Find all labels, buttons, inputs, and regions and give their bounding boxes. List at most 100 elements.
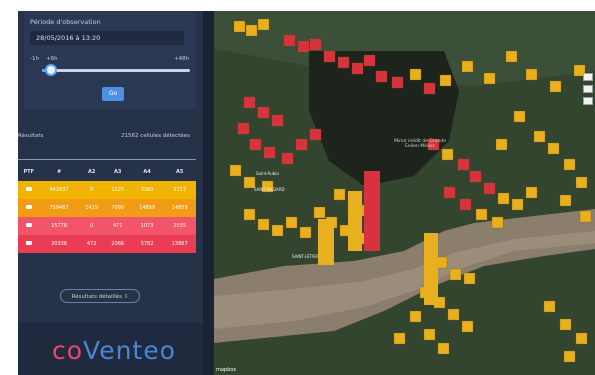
date-input[interactable]: 28/05/2016 à 13:20 [30, 31, 184, 45]
map-cell [309, 38, 322, 51]
map-label: SAINT-LÉTIER [292, 254, 319, 259]
map-cell [249, 138, 262, 151]
map-cell [285, 216, 298, 229]
map-cell [575, 176, 588, 189]
map-canvas[interactable] [214, 11, 595, 375]
table-row[interactable]: 15778 0 471 1073 2035 [18, 217, 196, 235]
detail-label: Résultats détaillés [71, 294, 122, 300]
map-label: Saint-Aubin [256, 171, 280, 176]
map-cell [463, 272, 476, 285]
map-cell [461, 320, 474, 333]
map-cell [563, 158, 576, 171]
map-cell [281, 152, 294, 165]
map-cell [547, 142, 560, 155]
map-cell [469, 170, 482, 183]
map-cell [449, 268, 462, 281]
divider [18, 159, 196, 160]
time-slider[interactable] [42, 64, 190, 76]
cell-count: 15778 [51, 223, 67, 229]
col-a5: A5 [175, 169, 184, 175]
map-cell [563, 350, 576, 363]
map-cell [337, 56, 350, 69]
col-a2: A2 [87, 169, 96, 175]
map-cell [559, 194, 572, 207]
map-cell [461, 60, 474, 73]
map-cell [549, 80, 562, 93]
table-row[interactable]: 442837 0 1225 3360 3717 [18, 181, 196, 199]
coventeo-logo: coVenteo [52, 336, 176, 365]
map-cell [295, 138, 308, 151]
detailed-results-button[interactable]: Résultats détaillés ⇩ [60, 289, 140, 303]
cell-a2: 0 [90, 187, 94, 193]
cell-a5: 3717 [173, 187, 187, 193]
map-cell [575, 332, 588, 345]
map-cell [409, 68, 422, 81]
map-cell [543, 300, 556, 313]
map-cell [437, 342, 450, 355]
results-count: 21562 cellules détectées [121, 133, 190, 139]
table-row[interactable]: 759467 1419 7090 14899 14859 [18, 199, 196, 217]
cell-count: 442837 [49, 187, 69, 193]
cell-a3: 471 [112, 223, 123, 229]
map-cell [323, 50, 336, 63]
map-cell [257, 18, 270, 31]
range-mid-label: +6h [46, 56, 58, 62]
go-button[interactable]: Go [102, 87, 124, 101]
map-view[interactable]: Miroir inédit de Grande Eolien Médoc Sai… [214, 11, 595, 375]
results-table: PTF # A2 A3 A4 A5 442837 0 1225 3360 371… [18, 163, 196, 253]
table-row[interactable]: 20336 472 2066 5782 13867 [18, 235, 196, 253]
map-cell [483, 72, 496, 85]
mapbox-attribution: mapbox [216, 367, 237, 373]
map-cell [245, 24, 258, 37]
cell-a5: 14859 [171, 205, 188, 211]
map-cell [441, 148, 454, 161]
map-cell [505, 50, 518, 63]
map-cell [443, 186, 456, 199]
map-cell [257, 218, 270, 231]
map-cell [243, 96, 256, 109]
map-cell [495, 138, 508, 151]
cell-a4: 5782 [140, 241, 154, 247]
map-cell [459, 198, 472, 211]
cell-a5: 13867 [171, 241, 188, 247]
cell-a2: 1419 [85, 205, 99, 211]
compass-button[interactable] [583, 97, 593, 105]
slider-thumb[interactable] [44, 64, 57, 76]
map-tower [318, 219, 334, 265]
map-cell [375, 70, 388, 83]
map-cell [525, 186, 538, 199]
building-icon [18, 217, 40, 235]
zoom-out-button[interactable] [583, 85, 593, 93]
app-window: Période d'observation 28/05/2016 à 13:20… [18, 11, 595, 375]
cell-a5: 2035 [173, 223, 187, 229]
map-cell [497, 192, 510, 205]
car-icon [18, 235, 40, 253]
cell-a3: 7090 [111, 205, 125, 211]
map-label: SAINT-MEDARD [254, 187, 285, 192]
map-cell [423, 82, 436, 95]
map-tower [364, 171, 380, 251]
map-cell [297, 40, 310, 53]
cell-a2: 472 [86, 241, 97, 247]
map-cell [233, 20, 246, 33]
panel-title: Période d'observation [30, 18, 101, 26]
map-note: Miroir inédit de Grande Eolien Médoc [394, 139, 446, 149]
map-cell [409, 310, 422, 323]
map-cell [533, 130, 546, 143]
map-cell [309, 128, 322, 141]
zoom-in-button[interactable] [583, 73, 593, 81]
cell-a2: 0 [90, 223, 94, 229]
map-cell [283, 34, 296, 47]
building-icon [18, 181, 40, 199]
map-cell [513, 110, 526, 123]
map-cell [559, 318, 572, 331]
map-cell [299, 226, 312, 239]
car-icon [18, 199, 40, 217]
map-cell [483, 182, 496, 195]
range-max-label: +48h [174, 56, 190, 62]
map-cell [475, 208, 488, 221]
col-a4: A4 [143, 169, 151, 175]
map-cell [579, 210, 592, 223]
observation-panel: Période d'observation 28/05/2016 à 13:20… [24, 11, 196, 109]
logo-area: coVenteo [18, 323, 203, 375]
